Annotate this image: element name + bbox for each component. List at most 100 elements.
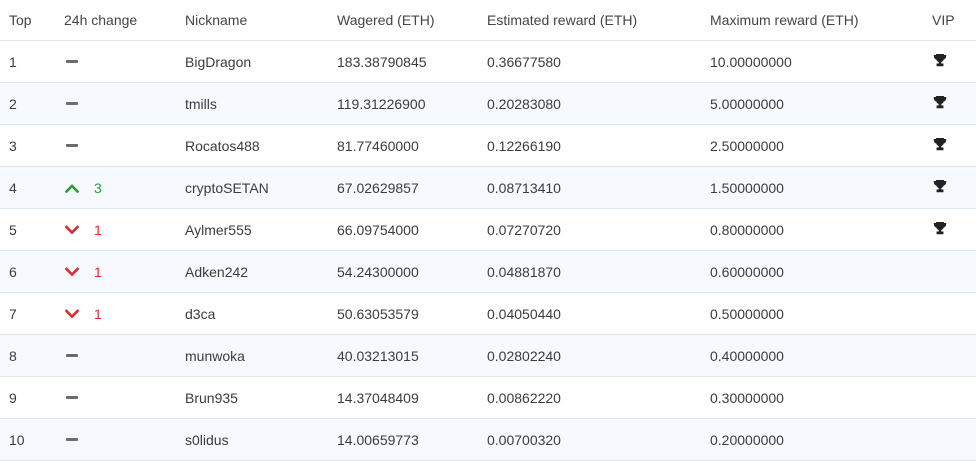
leaderboard-table: Top 24h change Nickname Wagered (ETH) Es… [0,0,976,461]
no-change-dash-icon [66,60,78,63]
change-cell [64,102,185,105]
estimated-reward-cell: 0.00700320 [487,431,561,448]
table-row: 9 Brun935 14.37048409 0.00862220 0.30000000 [0,377,976,419]
estimated-reward-cell: 0.36677580 [487,53,561,70]
estimated-reward-cell: 0.02802240 [487,347,561,364]
wagered-cell: 14.37048409 [337,389,419,406]
vip-cell [932,95,976,112]
no-change-dash-icon [66,102,78,105]
estimated-reward-cell: 0.04881870 [487,263,561,280]
wagered-cell: 54.24300000 [337,263,419,280]
table-row: 3 Rocatos488 81.77460000 0.12266190 2.500000… [0,125,976,167]
column-header-estimated-reward[interactable]: Estimated reward (ETH) [487,12,710,28]
nickname-cell: Aylmer555 [185,221,252,238]
table-row: 2 tmills 119.31226900 0.20283080 5.00000000 [0,83,976,125]
nickname-cell: s0lidus [185,431,229,448]
maximum-reward-cell: 10.00000000 [710,53,792,70]
change-value: 1 [94,305,102,322]
column-header-nickname[interactable]: Nickname [185,12,337,28]
rank-cell: 5 [9,221,17,238]
nickname-cell: Brun935 [185,389,238,406]
wagered-cell: 183.38790845 [337,53,427,70]
no-change-dash-icon [66,354,78,357]
trophy-icon [933,54,947,67]
rank-cell: 4 [9,179,17,196]
nickname-cell: cryptoSETAN [185,179,269,196]
trophy-icon [933,138,947,151]
rank-cell: 2 [9,95,17,112]
trophy-icon [933,222,947,235]
change-value: 1 [94,221,102,238]
chevron-down-icon [65,308,79,318]
estimated-reward-cell: 0.00862220 [487,389,561,406]
nickname-cell: munwoka [185,347,245,364]
wagered-cell: 14.00659773 [337,431,419,448]
nickname-cell: d3ca [185,305,216,322]
wagered-cell: 81.77460000 [337,137,419,154]
wagered-cell: 66.09754000 [337,221,419,238]
maximum-reward-cell: 2.50000000 [710,137,784,154]
maximum-reward-cell: 0.20000000 [710,431,784,448]
table-row: 6 1 Adken242 54.24300000 0.04881870 0.6000000… [0,251,976,293]
wagered-cell: 50.63053579 [337,305,419,322]
no-change-dash-icon [66,438,78,441]
vip-cell [932,179,976,196]
rank-cell: 1 [9,53,17,70]
chevron-up-icon [65,183,79,193]
change-cell [64,438,185,441]
table-row: 7 1 d3ca 50.63053579 0.04050440 0.50000000 [0,293,976,335]
column-header-vip[interactable]: VIP [932,12,976,28]
vip-cell [932,137,976,154]
table-row: 8 munwoka 40.03213015 0.02802240 0.40000000 [0,335,976,377]
rank-cell: 10 [9,431,25,448]
table-header: Top 24h change Nickname Wagered (ETH) Es… [0,0,976,41]
chevron-down-icon [65,224,79,234]
change-cell [64,60,185,63]
rank-cell: 9 [9,389,17,406]
column-header-wagered[interactable]: Wagered (ETH) [337,12,487,28]
maximum-reward-cell: 0.60000000 [710,263,784,280]
maximum-reward-cell: 0.50000000 [710,305,784,322]
estimated-reward-cell: 0.08713410 [487,179,561,196]
rank-cell: 8 [9,347,17,364]
trophy-icon [933,180,947,193]
change-cell [64,354,185,357]
rank-cell: 6 [9,263,17,280]
column-header-top[interactable]: Top [0,12,64,28]
maximum-reward-cell: 0.80000000 [710,221,784,238]
table-row: 4 3 cryptoSETAN 67.02629857 0.08713410 1.5000… [0,167,976,209]
no-change-dash-icon [66,396,78,399]
change-cell: 1 [64,306,185,322]
wagered-cell: 40.03213015 [337,347,419,364]
table-body: 1 BigDragon 183.38790845 0.36677580 10.00000… [0,41,976,461]
estimated-reward-cell: 0.12266190 [487,137,561,154]
chevron-down-icon [65,266,79,276]
change-value: 3 [94,179,102,196]
rank-cell: 7 [9,305,17,322]
nickname-cell: tmills [185,95,217,112]
trophy-icon [933,96,947,109]
nickname-cell: Rocatos488 [185,137,260,154]
vip-cell [932,221,976,238]
maximum-reward-cell: 0.40000000 [710,347,784,364]
estimated-reward-cell: 0.04050440 [487,305,561,322]
wagered-cell: 119.31226900 [337,95,426,112]
maximum-reward-cell: 5.00000000 [710,95,784,112]
change-cell: 1 [64,264,185,280]
estimated-reward-cell: 0.20283080 [487,95,561,112]
column-header-24h-change[interactable]: 24h change [64,12,185,28]
change-cell: 1 [64,222,185,238]
nickname-cell: BigDragon [185,53,252,70]
no-change-dash-icon [66,144,78,147]
estimated-reward-cell: 0.07270720 [487,221,561,238]
change-cell: 3 [64,180,185,196]
vip-cell [932,53,976,70]
maximum-reward-cell: 1.50000000 [710,179,784,196]
wagered-cell: 67.02629857 [337,179,419,196]
column-header-maximum-reward[interactable]: Maximum reward (ETH) [710,12,932,28]
nickname-cell: Adken242 [185,263,249,280]
table-row: 5 1 Aylmer555 66.09754000 0.07270720 0.800000… [0,209,976,251]
change-value: 1 [94,263,102,280]
maximum-reward-cell: 0.30000000 [710,389,784,406]
change-cell [64,396,185,399]
